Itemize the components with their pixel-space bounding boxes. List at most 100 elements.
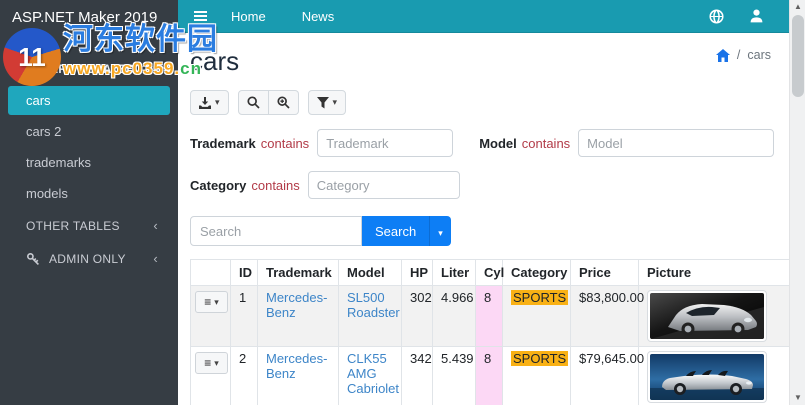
filter-button[interactable]: ▾ xyxy=(307,90,347,116)
top-navbar: Home News xyxy=(178,0,805,33)
key-icon xyxy=(26,252,40,266)
search-options-caret-button[interactable]: ▾ xyxy=(429,216,451,247)
filter-operator-label: contains xyxy=(251,177,300,193)
table-row: ≡ ▾ 2 Mercedes-Benz CLK55 AMG Cabriolet 3… xyxy=(190,346,789,405)
sidebar-section-label: CARS RELATED xyxy=(41,64,136,76)
car-photo-clk55 xyxy=(647,351,767,404)
sidebar: ASP.NET Maker 2019 CARS RELATED cars car… xyxy=(0,0,178,405)
col-header-menu xyxy=(190,259,231,287)
breadcrumb-current: cars xyxy=(747,48,771,62)
category-filter-input[interactable] xyxy=(307,171,460,200)
hamburger-icon: ≡ xyxy=(204,295,212,310)
col-header-picture: Picture xyxy=(638,259,789,287)
caret-down-icon: ▾ xyxy=(214,357,219,368)
scroll-down-arrow[interactable]: ▼ xyxy=(790,391,805,405)
col-header-price: Price xyxy=(570,259,639,287)
breadcrumb: / cars xyxy=(715,48,785,62)
app-window: ASP.NET Maker 2019 CARS RELATED cars car… xyxy=(0,0,805,405)
trademark-filter-input[interactable] xyxy=(317,129,454,158)
trademark-link[interactable]: Mercedes-Benz xyxy=(266,290,327,320)
sidebar-item-models[interactable]: models xyxy=(8,179,170,208)
quick-search-button[interactable] xyxy=(237,90,269,116)
toolbar: ▾ ▾ xyxy=(190,90,785,116)
car-photo-sl500 xyxy=(647,290,767,343)
cell-category: SPORTS xyxy=(502,285,571,348)
col-header-hp: HP xyxy=(401,259,433,287)
filter-field-label: Trademark xyxy=(190,135,256,151)
search-button[interactable]: Search xyxy=(362,216,430,247)
cell-id: 2 xyxy=(230,346,258,405)
caret-down-icon: ▾ xyxy=(214,296,219,307)
cell-liter: 5.439 xyxy=(432,346,476,405)
caret-down-icon: ▾ xyxy=(438,227,443,238)
col-header-trademark: Trademark xyxy=(257,259,339,287)
cars-table: ID Trademark Model HP Liter Cyl Category… xyxy=(190,259,789,405)
export-button[interactable]: ▾ xyxy=(190,90,229,116)
user-icon[interactable] xyxy=(750,9,763,23)
search-button-group xyxy=(237,90,299,116)
cell-cyl: 8 xyxy=(475,346,503,405)
search-input[interactable] xyxy=(190,216,362,247)
breadcrumb-divider: / xyxy=(736,48,741,62)
funnel-icon xyxy=(316,96,329,109)
row-menu-button[interactable]: ≡ ▾ xyxy=(195,352,228,375)
filter-row-1: Trademark contains Model contains xyxy=(190,129,785,158)
col-header-model: Model xyxy=(338,259,402,287)
chevron-left-icon: ‹ xyxy=(153,251,158,266)
filter-operator-label: contains xyxy=(521,135,571,151)
cell-picture xyxy=(638,285,789,348)
brand-title: ASP.NET Maker 2019 xyxy=(12,9,158,26)
sidebar-item-cars-2[interactable]: cars 2 xyxy=(8,117,170,146)
cell-liter: 4.966 xyxy=(432,285,476,348)
table-header-row: ID Trademark Model HP Liter Cyl Category… xyxy=(190,259,789,287)
trademark-link[interactable]: Mercedes-Benz xyxy=(266,351,327,381)
table-row: ≡ ▾ 1 Mercedes-Benz SL500 Roadster 302 4.… xyxy=(190,285,789,348)
advanced-search-button[interactable] xyxy=(268,90,299,116)
row-menu-button[interactable]: ≡ ▾ xyxy=(195,291,228,314)
sidebar-item-trademarks[interactable]: trademarks xyxy=(8,148,170,177)
category-highlight: SPORTS xyxy=(511,351,569,367)
filter-row-2: Category contains xyxy=(190,171,785,200)
col-header-liter: Liter xyxy=(432,259,476,287)
scrollbar-thumb[interactable] xyxy=(792,15,804,97)
hamburger-icon: ≡ xyxy=(204,356,212,371)
cell-hp: 342 xyxy=(401,346,433,405)
magnifier-plus-icon xyxy=(276,96,290,109)
vertical-scrollbar[interactable]: ▲ ▼ xyxy=(789,0,805,405)
category-highlight: SPORTS xyxy=(511,290,569,306)
sidebar-group-other-tables[interactable]: OTHER TABLES ‹ xyxy=(8,210,170,241)
filter-operator-label: contains xyxy=(260,135,310,151)
col-header-id: ID xyxy=(230,259,258,287)
home-icon[interactable] xyxy=(715,48,730,62)
download-icon xyxy=(199,96,211,109)
magnifier-icon xyxy=(246,96,260,109)
filter-field-label: Model xyxy=(479,135,517,151)
sidebar-item-cars[interactable]: cars xyxy=(8,86,170,115)
cell-picture xyxy=(638,346,789,405)
cell-id: 1 xyxy=(230,285,258,348)
chevron-left-icon: ‹ xyxy=(153,218,158,233)
sidebar-section-cars-related: CARS RELATED xyxy=(0,54,178,84)
model-filter-input[interactable] xyxy=(578,129,775,158)
col-header-cyl: Cyl xyxy=(475,259,504,287)
scroll-up-arrow[interactable]: ▲ xyxy=(790,0,805,14)
model-link[interactable]: SL500 Roadster xyxy=(347,290,400,320)
caret-down-icon: ▾ xyxy=(215,97,220,108)
nav-link-home[interactable]: Home xyxy=(231,9,266,24)
search-bar: Search ▾ xyxy=(190,216,785,247)
globe-icon[interactable] xyxy=(709,8,724,24)
cell-cyl: 8 xyxy=(475,285,503,348)
main-content: cars / cars ▾ ▾ Trademark contains Trade… xyxy=(178,34,789,405)
sidebar-toggle-icon[interactable] xyxy=(194,11,207,21)
cell-hp: 302 xyxy=(401,285,433,348)
cell-price: $79,645.00 xyxy=(570,346,644,405)
model-link[interactable]: CLK55 AMG Cabriolet xyxy=(347,351,399,396)
page-title: cars xyxy=(190,46,240,76)
sidebar-group-admin-only[interactable]: ADMIN ONLY ‹ xyxy=(8,243,170,274)
caret-down-icon: ▾ xyxy=(332,97,338,108)
col-header-category: Category xyxy=(502,259,571,287)
cell-category: SPORTS xyxy=(502,346,571,405)
cell-price: $83,800.00 xyxy=(570,285,644,348)
nav-link-news[interactable]: News xyxy=(302,9,335,24)
filter-field-label: Category xyxy=(190,177,247,193)
